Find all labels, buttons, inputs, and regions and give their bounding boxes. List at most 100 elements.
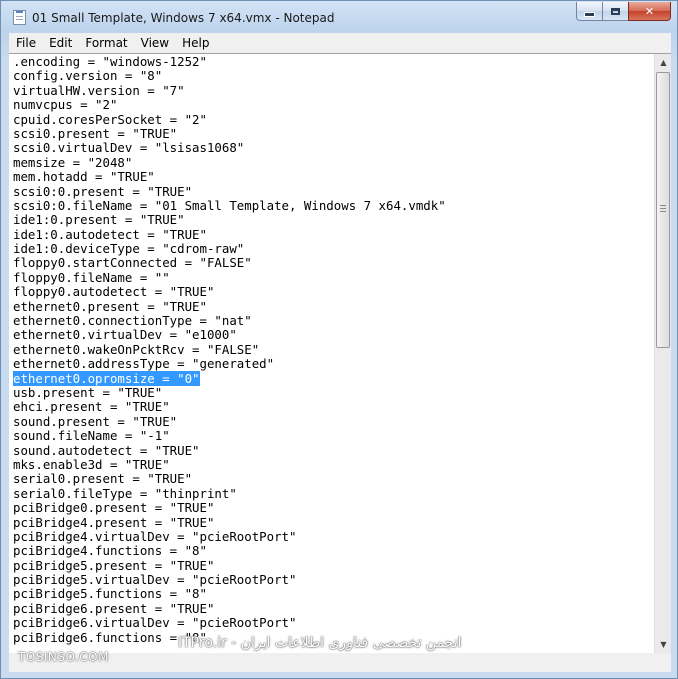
line-text: scsi0.virtualDev = "lsisas1068" [13,140,245,156]
line-text: ethernet0.addressType = "generated" [13,356,275,372]
text-line[interactable]: floppy0.fileName = "" [13,269,653,285]
text-line[interactable]: cpuid.coresPerSocket = "2" [13,111,653,127]
text-line[interactable]: virtualHW.version = "7" [13,82,653,98]
text-line[interactable]: ethernet0.addressType = "generated" [13,357,653,371]
text-line[interactable]: ethernet0.connectionType = "nat" [13,313,653,328]
line-text: ethernet0.present = "TRUE" [13,298,207,314]
text-line[interactable]: pciBridge4.functions = "8" [13,544,653,558]
text-line[interactable]: ehci.present = "TRUE" [13,400,653,414]
text-line[interactable]: memsize = "2048" [13,154,653,170]
line-text: floppy0.startConnected = "FALSE" [13,255,252,271]
line-text: ide1:0.present = "TRUE" [13,212,185,228]
text-line[interactable]: mem.hotadd = "TRUE" [13,169,653,184]
text-line[interactable]: pciBridge6.present = "TRUE" [13,600,653,616]
close-button[interactable]: ✕ [628,2,671,21]
line-text: floppy0.autodetect = "TRUE" [13,284,215,300]
text-line[interactable]: ide1:0.autodetect = "TRUE" [13,226,653,242]
line-text: sound.present = "TRUE" [13,413,178,429]
maximize-icon [611,7,620,15]
text-line[interactable]: floppy0.startConnected = "FALSE" [13,256,653,270]
line-text: serial0.fileType = "thinprint" [13,485,237,501]
line-text: cpuid.coresPerSocket = "2" [13,111,207,127]
line-text: mks.enable3d = "TRUE" [13,456,170,472]
menu-help[interactable]: Help [175,33,215,53]
menu-format[interactable]: Format [78,33,133,53]
grip-icon [660,205,666,212]
notepad-window: 01 Small Template, Windows 7 x64.vmx - N… [0,0,678,679]
menu-file[interactable]: File [9,33,42,53]
line-text: pciBridge4.functions = "8" [13,543,207,559]
text-line[interactable]: config.version = "8" [13,69,653,83]
text-line[interactable]: pciBridge4.present = "TRUE" [13,514,653,530]
text-line[interactable]: numvcpus = "2" [13,97,653,113]
menu-edit[interactable]: Edit [42,33,78,53]
scroll-up-arrow-icon[interactable]: ▲ [655,54,671,71]
text-line[interactable]: scsi0.virtualDev = "lsisas1068" [13,141,653,155]
line-text: pciBridge5.functions = "8" [13,586,207,602]
minimize-button[interactable] [576,2,602,21]
notepad-icon[interactable] [13,10,26,25]
selected-text-line[interactable]: ethernet0.opromsize = "0" [13,370,653,386]
line-text: pciBridge6.present = "TRUE" [13,600,215,616]
line-text: ide1:0.deviceType = "cdrom-raw" [13,241,245,257]
text-editor[interactable]: .encoding = "windows-1252" config.version… [9,53,671,653]
text-line[interactable]: scsi0:0.present = "TRUE" [13,183,653,199]
line-text: numvcpus = "2" [13,97,118,113]
text-line[interactable]: scsi0.present = "TRUE" [13,125,653,141]
line-text: ethernet0.wakeOnPcktRcv = "FALSE" [13,341,260,357]
menu-view[interactable]: View [134,33,175,53]
line-text: scsi0:0.present = "TRUE" [13,183,193,199]
line-text: sound.autodetect = "TRUE" [13,442,200,458]
text-line[interactable]: mks.enable3d = "TRUE" [13,456,653,472]
line-text: ethernet0.virtualDev = "e1000" [13,327,237,343]
text-line[interactable]: pciBridge0.present = "TRUE" [13,500,653,516]
line-text: serial0.present = "TRUE" [13,471,193,487]
text-line[interactable]: pciBridge4.virtualDev = "pcieRootPort" [13,528,653,544]
text-line[interactable]: pciBridge5.virtualDev = "pcieRootPort" [13,572,653,587]
line-text: pciBridge0.present = "TRUE" [13,500,215,516]
line-text: pciBridge4.virtualDev = "pcieRootPort" [13,528,297,544]
window-title: 01 Small Template, Windows 7 x64.vmx - N… [32,11,335,25]
maximize-button[interactable] [602,2,628,21]
text-line[interactable]: serial0.present = "TRUE" [13,472,653,486]
vertical-scrollbar[interactable]: ▲ ▼ [654,54,671,653]
text-line[interactable]: sound.autodetect = "TRUE" [13,442,653,458]
text-line[interactable]: sound.present = "TRUE" [13,413,653,429]
text-line[interactable]: .encoding = "windows-1252" [13,55,653,69]
text-line[interactable]: pciBridge6.virtualDev = "pcieRootPort" [13,616,653,630]
text-line[interactable]: ethernet0.wakeOnPcktRcv = "FALSE" [13,341,653,357]
text-line[interactable]: ide1:0.deviceType = "cdrom-raw" [13,241,653,257]
menu-bar: File Edit Format View Help [9,33,671,53]
line-text: ethernet0.opromsize = "0" [13,370,200,386]
title-bar[interactable]: 01 Small Template, Windows 7 x64.vmx - N… [1,1,677,33]
scroll-thumb[interactable] [656,72,670,348]
line-text: sound.fileName = "-1" [13,428,170,444]
text-line[interactable]: usb.present = "TRUE" [13,385,653,400]
close-icon: ✕ [644,4,655,18]
text-line[interactable]: scsi0:0.fileName = "01 Small Template, W… [13,197,653,213]
watermark-itpro: انجمن تخصصی فناوری اطلاعات ایران - ITPro… [178,635,462,651]
minimize-icon [584,12,595,17]
text-line[interactable]: pciBridge5.functions = "8" [13,587,653,601]
text-line[interactable]: pciBridge5.present = "TRUE" [13,557,653,573]
line-text: pciBridge5.present = "TRUE" [13,557,215,573]
line-text: scsi0.present = "TRUE" [13,125,178,141]
line-text: pciBridge6.virtualDev = "pcieRootPort" [13,615,297,631]
line-text: memsize = "2048" [13,154,133,170]
scroll-down-arrow-icon[interactable]: ▼ [655,636,671,653]
line-text: scsi0:0.fileName = "01 Small Template, W… [13,197,446,213]
line-text: .encoding = "windows-1252" [13,55,207,69]
text-line[interactable]: floppy0.autodetect = "TRUE" [13,285,653,299]
caption-buttons: ✕ [576,2,671,22]
text-line[interactable]: ethernet0.virtualDev = "e1000" [13,328,653,342]
line-text: virtualHW.version = "7" [13,82,185,98]
line-text: floppy0.fileName = "" [13,269,170,285]
text-line[interactable]: ide1:0.present = "TRUE" [13,213,653,227]
text-line[interactable]: sound.fileName = "-1" [13,428,653,444]
line-text: ide1:0.autodetect = "TRUE" [13,226,207,242]
line-text: pciBridge4.present = "TRUE" [13,514,215,530]
editor-text-area[interactable]: .encoding = "windows-1252" config.version… [13,55,653,653]
text-line[interactable]: serial0.fileType = "thinprint" [13,485,653,501]
line-text: config.version = "8" [13,68,163,84]
text-line[interactable]: ethernet0.present = "TRUE" [13,298,653,314]
